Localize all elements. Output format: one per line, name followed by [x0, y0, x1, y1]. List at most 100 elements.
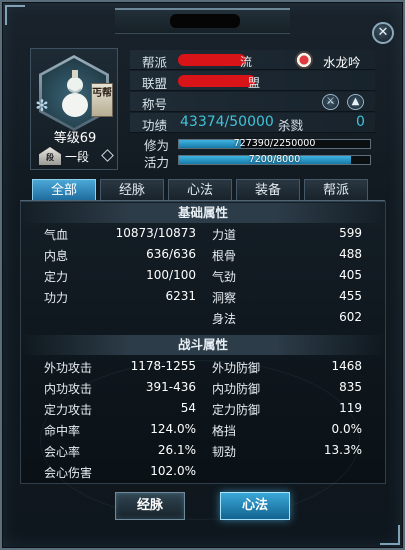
- meridian-button[interactable]: 经脉: [115, 492, 185, 520]
- rank-row: 段 一段: [39, 147, 119, 165]
- vitality-text: 7200/8000: [248, 154, 301, 165]
- kills-value: 0: [356, 114, 365, 130]
- cultivation-text: 727390/2250000: [233, 138, 316, 149]
- stat-value: 602: [339, 310, 362, 324]
- stat-label: 外功防御: [212, 361, 261, 375]
- stat-label: 气血: [44, 228, 69, 242]
- stat-row-insight: 洞察 455: [212, 288, 362, 306]
- gourd-icon: [62, 70, 88, 117]
- stat-row-constitution: 根骨 488: [212, 246, 362, 264]
- stat-row-power: 功力 6231: [44, 288, 196, 306]
- alliance-value: 盟: [248, 76, 261, 90]
- stat-label: 外功攻击: [44, 361, 93, 375]
- stat-label: 洞察: [212, 291, 237, 305]
- stat-label: 气劲: [212, 270, 237, 284]
- diamond-icon: [101, 149, 114, 162]
- combat-attributes-header: 战斗属性: [20, 335, 386, 355]
- stat-value: 100/100: [146, 268, 196, 282]
- merit-label: 功绩: [142, 118, 168, 133]
- sword-icon[interactable]: ⚔: [322, 94, 339, 110]
- stat-row-strength: 力道 599: [212, 225, 362, 243]
- sect-name: 水龙吟: [323, 55, 361, 70]
- stat-row-block: 格挡 0.0%: [212, 421, 362, 439]
- merit-value: 43374/50000: [180, 114, 274, 130]
- rank-label: 一段: [65, 150, 90, 164]
- title-label: 称号: [142, 97, 168, 112]
- stat-value: 636/636: [146, 247, 196, 261]
- vitality-label: 活力: [144, 155, 170, 170]
- avatar: 丐帮 ✻ 等级69 段 一段: [30, 48, 118, 170]
- stat-value: 54: [180, 401, 196, 415]
- stat-label: 会心率: [44, 445, 81, 459]
- stat-row-inner-attack: 内功攻击 391-436: [44, 379, 196, 397]
- stat-row-crit-damage: 会心伤害 102.0%: [44, 463, 196, 481]
- tab-meridian[interactable]: 经脉: [100, 179, 164, 201]
- stat-label: 会心伤害: [44, 466, 93, 480]
- stat-value: 1468: [331, 359, 362, 373]
- stat-value: 10873/10873: [115, 226, 196, 240]
- alliance-label: 联盟: [142, 76, 168, 91]
- tab-equipment[interactable]: 装备: [236, 179, 300, 201]
- stat-label: 定力攻击: [44, 403, 93, 417]
- stat-value: 405: [339, 268, 362, 282]
- basic-attributes-header: 基础属性: [20, 203, 386, 223]
- stat-label: 内功防御: [212, 382, 261, 396]
- stat-row-outer-defense: 外功防御 1468: [212, 358, 362, 376]
- tab-bar: 全部 经脉 心法 装备 帮派: [32, 179, 372, 201]
- close-icon[interactable]: ✕: [372, 22, 394, 44]
- stat-label: 命中率: [44, 424, 81, 438]
- stat-value: 835: [339, 380, 362, 394]
- stat-row-hp: 气血 10873/10873: [44, 225, 196, 243]
- stat-label: 功力: [44, 291, 69, 305]
- stat-value: 391-436: [145, 380, 196, 394]
- stat-row-focus-attack: 定力攻击 54: [44, 400, 196, 418]
- stat-label: 身法: [212, 312, 237, 326]
- faction-badge: 丐帮: [91, 83, 113, 117]
- sect-label: 帮派: [142, 55, 168, 70]
- stat-label: 定力: [44, 270, 69, 284]
- tab-all[interactable]: 全部: [32, 179, 96, 201]
- stat-row-outer-attack: 外功攻击 1178-1255: [44, 358, 196, 376]
- mental-method-button[interactable]: 心法: [220, 492, 290, 520]
- stat-row-focus: 定力 100/100: [44, 267, 196, 285]
- sect-value-redacted: [178, 54, 246, 66]
- stat-row-crit-rate: 会心率 26.1%: [44, 442, 196, 460]
- stat-label: 韧劲: [212, 445, 237, 459]
- sect-row: 帮派 流 水龙吟: [130, 50, 375, 70]
- sect-emblem-icon: [295, 51, 313, 69]
- cultivation-bar: 727390/2250000: [178, 138, 371, 149]
- stat-value: 119: [339, 401, 362, 415]
- tab-mental[interactable]: 心法: [168, 179, 232, 201]
- stat-value: 488: [339, 247, 362, 261]
- stat-label: 格挡: [212, 424, 237, 438]
- character-name-redacted: [170, 14, 240, 28]
- rank-icon: 段: [39, 147, 61, 165]
- stat-label: 力道: [212, 228, 237, 242]
- stat-value: 124.0%: [150, 422, 196, 436]
- stat-value: 102.0%: [150, 464, 196, 478]
- stat-label: 内息: [44, 249, 69, 263]
- hat-icon[interactable]: ▲: [347, 94, 364, 110]
- vitality-bar: 7200/8000: [178, 154, 371, 165]
- stat-value: 13.3%: [323, 443, 362, 457]
- stat-label: 定力防御: [212, 403, 261, 417]
- stat-value: 26.1%: [157, 443, 196, 457]
- stat-value: 599: [339, 226, 362, 240]
- stat-row-inner-defense: 内功防御 835: [212, 379, 362, 397]
- title-row: 称号 ⚔ ▲: [130, 92, 375, 112]
- stat-row-agility: 身法 602: [212, 309, 362, 327]
- stat-row-mp: 内息 636/636: [44, 246, 196, 264]
- stat-row-focus-defense: 定力防御 119: [212, 400, 362, 418]
- gear-icon[interactable]: ✻: [33, 97, 51, 115]
- sect-value: 流: [240, 55, 253, 69]
- stat-value: 0.0%: [331, 422, 363, 436]
- alliance-row: 联盟 盟: [130, 71, 375, 91]
- stat-value: 455: [339, 289, 362, 303]
- stat-label: 根骨: [212, 249, 237, 263]
- stat-value: 6231: [165, 289, 196, 303]
- stat-row-toughness: 韧劲 13.3%: [212, 442, 362, 460]
- stat-label: 内功攻击: [44, 382, 93, 396]
- tab-guild[interactable]: 帮派: [304, 179, 368, 201]
- alliance-value-redacted: [178, 75, 256, 87]
- stat-row-spirit: 气劲 405: [212, 267, 362, 285]
